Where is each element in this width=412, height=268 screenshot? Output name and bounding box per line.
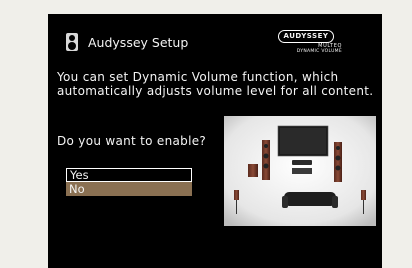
logo-line-2: DYNAMIC VOLUME [296,49,342,54]
audyssey-logo: AUDYSSEY MULTEQ DYNAMIC VOLUME [262,30,348,55]
home-theater-illustration [224,116,376,226]
option-yes[interactable]: Yes [66,168,192,182]
option-list: Yes No [66,168,192,196]
menu-title: Audyssey Setup [88,35,189,50]
enable-prompt: Do you want to enable? [57,134,207,148]
description-text: You can set Dynamic Volume function, whi… [57,70,374,98]
osd-screen: Audyssey Setup AUDYSSEY MULTEQ DYNAMIC V… [48,14,382,268]
option-no[interactable]: No [66,182,192,196]
logo-brand: AUDYSSEY [278,30,334,43]
speaker-icon [66,33,78,51]
